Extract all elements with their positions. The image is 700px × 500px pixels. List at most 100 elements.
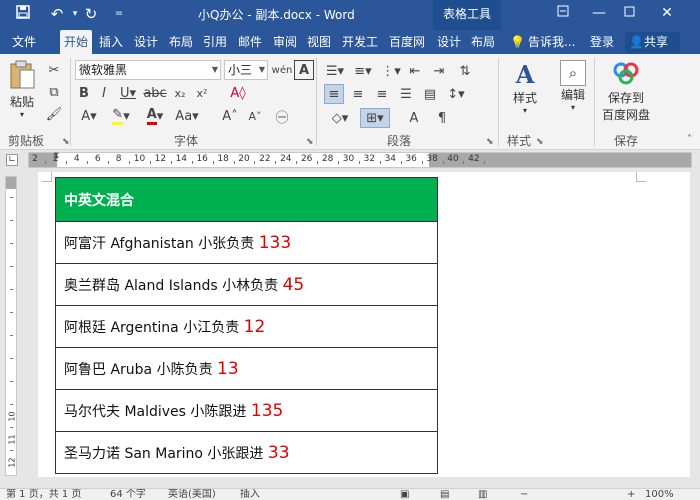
justify-icon[interactable]: ☰ (396, 84, 416, 104)
ruler-tick (463, 161, 465, 164)
table-row: 奥兰群岛 Aland Islands 小林负责 45 (55, 263, 438, 306)
superscript-icon[interactable]: x² (194, 84, 210, 102)
show-marks-icon[interactable]: ¶ (432, 108, 452, 128)
align-left-icon[interactable]: ≡ (324, 84, 344, 104)
borders-icon[interactable]: ⊞▾ (360, 108, 390, 128)
minimize-icon[interactable]: — (584, 2, 614, 26)
collapse-ribbon-icon[interactable]: ˄ (687, 134, 692, 145)
print-layout-icon[interactable]: ▤ (440, 489, 449, 500)
italic-icon[interactable]: I (96, 84, 112, 102)
line-spacing-icon[interactable]: ↕▾ (444, 84, 468, 104)
zoom-level[interactable]: 100% (645, 489, 674, 500)
horizontal-ruler-row: ∟ 2 2 4 6 8 10 12 14 16 18 20 22 24 26 28 30 32 34 36 38 40 4… (0, 150, 700, 170)
highlight-icon[interactable]: ✎ ▾ (108, 106, 134, 126)
format-painter-icon[interactable]: 🖌 (44, 104, 64, 124)
clear-formatting-icon[interactable]: A◊ (228, 84, 248, 102)
paste-button[interactable]: 粘贴 ▾ (6, 60, 38, 120)
align-center-icon[interactable]: ≡ (348, 84, 368, 104)
cell-text: 阿鲁巴 Aruba 小陈负责 (64, 361, 218, 378)
font-size-combo[interactable]: 小三 ▼ (224, 60, 268, 80)
font-launcher-icon[interactable]: ⬊ (306, 137, 314, 147)
tell-me-search[interactable]: 告诉我... (528, 30, 575, 54)
save-icon[interactable] (12, 4, 34, 24)
font-name-combo[interactable]: 微软雅黑 ▼ (75, 60, 221, 80)
tab-mailings[interactable]: 邮件 (234, 30, 266, 54)
table-cell[interactable]: 马尔代夫 Maldives 小陈跟进 135 (55, 389, 438, 432)
table-cell[interactable]: 圣马力诺 San Marino 小张跟进 33 (55, 431, 438, 474)
redo-icon[interactable]: ↻ (80, 4, 102, 24)
bullets-icon[interactable]: ☰▾ (324, 62, 346, 80)
tab-developer[interactable]: 开发工 (338, 30, 382, 54)
login-link[interactable]: 登录 (590, 30, 614, 54)
tab-home[interactable]: 开始 (60, 30, 93, 56)
ruler-number: 34 (384, 154, 397, 164)
font-color-icon[interactable]: A ▾ (142, 106, 168, 126)
table-cell[interactable]: 阿鲁巴 Aruba 小陈负责 13 (55, 347, 438, 390)
multilevel-list-icon[interactable]: ⋮▾ (380, 62, 402, 80)
table-cell[interactable]: 奥兰群岛 Aland Islands 小林负责 45 (55, 263, 438, 306)
vertical-ruler[interactable]: 10 11 12 (5, 176, 17, 476)
status-word-count[interactable]: 64 个字 (110, 489, 146, 500)
tab-review[interactable]: 审阅 (269, 30, 301, 54)
tab-references[interactable]: 引用 (199, 30, 231, 54)
change-case-icon[interactable]: Aa▾ (174, 106, 200, 126)
web-layout-icon[interactable]: ▥ (478, 489, 487, 500)
vruler-tick (10, 381, 13, 382)
tab-design[interactable]: 设计 (130, 30, 162, 54)
shrink-font-icon[interactable]: A˅ (245, 106, 265, 126)
tab-table-design[interactable]: 设计 (433, 30, 465, 54)
strikethrough-icon[interactable]: abc (143, 84, 166, 102)
share-button[interactable]: 👤共享 (625, 32, 680, 53)
increase-indent-icon[interactable]: ⇥ (430, 62, 448, 80)
document-page[interactable]: 中英文混合 阿富汗 Afghanistan 小张负责 133 奥兰群岛 Alan… (38, 172, 690, 477)
horizontal-ruler[interactable]: 2 2 4 6 8 10 12 14 16 18 20 22 24 26 28 30 32 34 36 38 40 42 ⧗ (28, 151, 692, 168)
save-to-baidu-button[interactable]: 保存到 百度网盘 (598, 60, 654, 126)
distributed-icon[interactable]: ▤ (420, 84, 440, 104)
align-right-icon[interactable]: ≡ (372, 84, 392, 104)
read-mode-icon[interactable]: ▣ (400, 489, 409, 500)
tab-insert[interactable]: 插入 (95, 30, 127, 54)
close-icon[interactable]: ✕ (652, 2, 682, 26)
character-border-icon[interactable]: A (294, 60, 314, 80)
cut-icon[interactable]: ✂ (44, 60, 64, 80)
numbering-icon[interactable]: ≡▾ (352, 62, 374, 80)
shading-icon[interactable]: ◇▾ (326, 108, 354, 128)
styles-button[interactable]: A 样式 ▾ (506, 60, 544, 126)
enclose-characters-icon[interactable]: ㊀ (272, 106, 292, 126)
maximize-icon[interactable] (614, 2, 644, 26)
tab-selector[interactable]: ∟ (6, 154, 18, 166)
table-cell[interactable]: 阿富汗 Afghanistan 小张负责 133 (55, 221, 438, 264)
status-language[interactable]: 英语(美国) (168, 489, 216, 500)
indent-marker-icon[interactable]: ⧗ (53, 151, 59, 161)
grow-font-icon[interactable]: A˄ (220, 106, 240, 126)
tab-table-layout[interactable]: 布局 (467, 30, 499, 54)
sort-icon[interactable]: ⇅ (456, 62, 474, 80)
table-header-cell[interactable]: 中英文混合 (55, 177, 438, 222)
tab-baidu[interactable]: 百度网 (385, 30, 429, 54)
clipboard-launcher-icon[interactable]: ⬊ (62, 137, 70, 147)
paragraph-launcher-icon[interactable]: ⬊ (486, 137, 494, 147)
lightbulb-icon: 💡 (510, 35, 525, 49)
tab-file[interactable]: 文件 (8, 30, 40, 54)
subscript-icon[interactable]: x₂ (172, 84, 188, 102)
decrease-indent-icon[interactable]: ⇤ (406, 62, 424, 80)
copy-icon[interactable]: ⧉ (44, 82, 64, 102)
bold-icon[interactable]: B (76, 84, 92, 102)
phonetic-guide-icon[interactable]: wén (272, 60, 293, 80)
status-insert-mode[interactable]: 插入 (240, 489, 260, 500)
editing-button[interactable]: ⌕ 编辑 ▾ (556, 60, 590, 126)
tab-view[interactable]: 视图 (303, 30, 335, 54)
zoom-in-icon[interactable]: + (627, 489, 635, 500)
ribbon-display-icon[interactable] (548, 2, 578, 26)
styles-launcher-icon[interactable]: ⬊ (536, 137, 544, 147)
underline-icon[interactable]: U▾ (116, 84, 140, 102)
text-effects-icon[interactable]: A▾ (76, 106, 102, 126)
save-group-label: 保存 (614, 134, 639, 148)
chinese-layout-icon[interactable]: A (404, 108, 424, 128)
customize-icon[interactable]: = (108, 4, 130, 24)
data-table[interactable]: 中英文混合 阿富汗 Afghanistan 小张负责 133 奥兰群岛 Alan… (55, 177, 438, 474)
zoom-out-icon[interactable]: − (520, 489, 528, 500)
status-page-count[interactable]: 第 1 页，共 1 页 (6, 489, 81, 500)
table-cell[interactable]: 阿根廷 Argentina 小江负责 12 (55, 305, 438, 348)
tab-layout[interactable]: 布局 (165, 30, 197, 54)
